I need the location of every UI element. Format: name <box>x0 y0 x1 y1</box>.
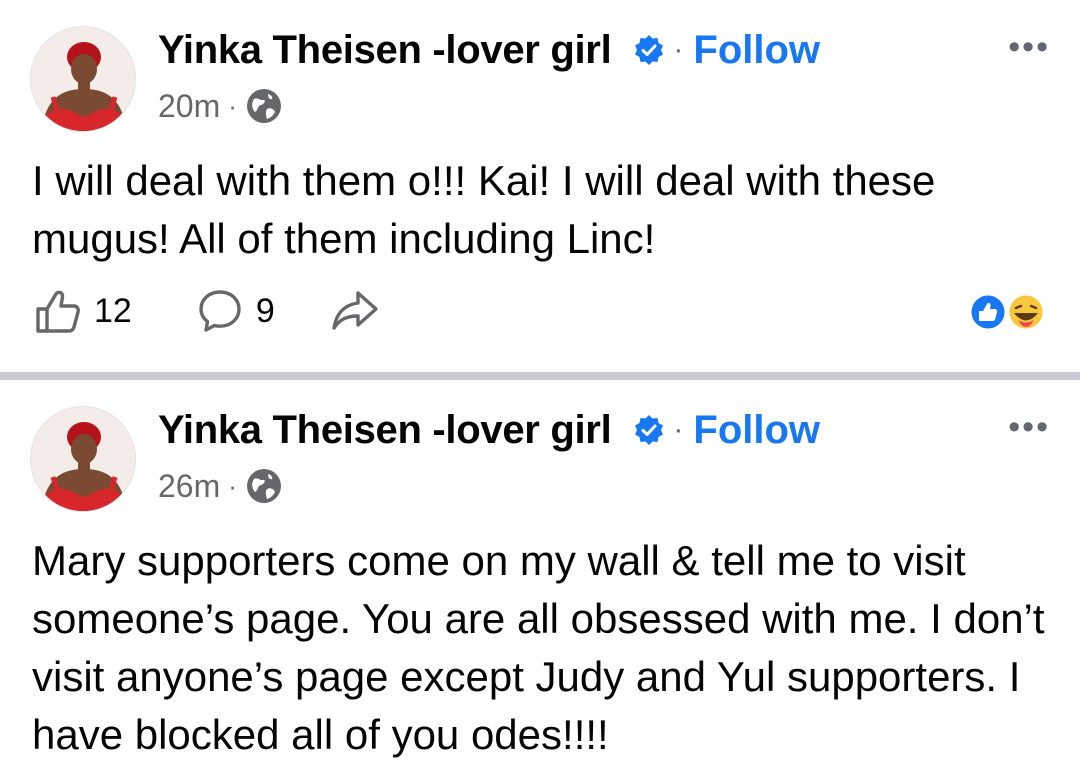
post-header: Yinka Theisen -lover girl · Follow <box>158 24 820 76</box>
reaction-summary[interactable] <box>964 292 1050 332</box>
more-options-icon[interactable]: ••• <box>1008 30 1050 64</box>
author-name[interactable]: Yinka Theisen -lover girl <box>158 408 612 453</box>
post-timestamp[interactable]: 26m <box>158 468 220 505</box>
post-card: Yinka Theisen -lover girl · Follow ••• 2… <box>0 380 1080 764</box>
more-options-icon[interactable]: ••• <box>1008 410 1050 444</box>
comment-button[interactable]: 9 <box>196 287 275 335</box>
share-button[interactable] <box>331 287 379 335</box>
comment-count: 9 <box>255 291 275 330</box>
comment-icon <box>199 290 241 332</box>
globe-icon <box>246 89 281 123</box>
verified-badge-icon <box>635 415 664 445</box>
haha-reaction-icon <box>1006 292 1046 332</box>
post-meta: 26m · <box>158 464 283 508</box>
like-count: 12 <box>94 291 132 330</box>
post-timestamp[interactable]: 20m <box>158 88 220 125</box>
post-divider <box>0 372 1080 380</box>
verified-badge-icon <box>635 35 664 65</box>
like-reaction-icon <box>968 292 1008 332</box>
post-actions: 12 9 <box>34 286 379 336</box>
post-header: Yinka Theisen -lover girl · Follow <box>158 404 820 456</box>
follow-button[interactable]: Follow <box>693 28 820 73</box>
separator-dot: · <box>673 413 684 446</box>
author-name[interactable]: Yinka Theisen -lover girl <box>158 28 612 73</box>
globe-icon <box>246 469 281 503</box>
like-icon <box>36 290 80 333</box>
share-icon <box>332 291 378 330</box>
like-button[interactable]: 12 <box>34 287 132 335</box>
avatar[interactable] <box>30 26 136 132</box>
separator-dot: · <box>228 470 237 501</box>
post-card: Yinka Theisen -lover girl · Follow ••• 2… <box>0 0 1080 372</box>
post-text: Mary supporters come on my wall & tell m… <box>32 537 1045 758</box>
separator-dot: · <box>228 90 237 121</box>
separator-dot: · <box>673 33 684 66</box>
avatar[interactable] <box>30 406 136 512</box>
post-text: I will deal with them o!!! Kai! I will d… <box>32 157 936 262</box>
post-meta: 20m · <box>158 84 283 128</box>
follow-button[interactable]: Follow <box>693 408 820 453</box>
